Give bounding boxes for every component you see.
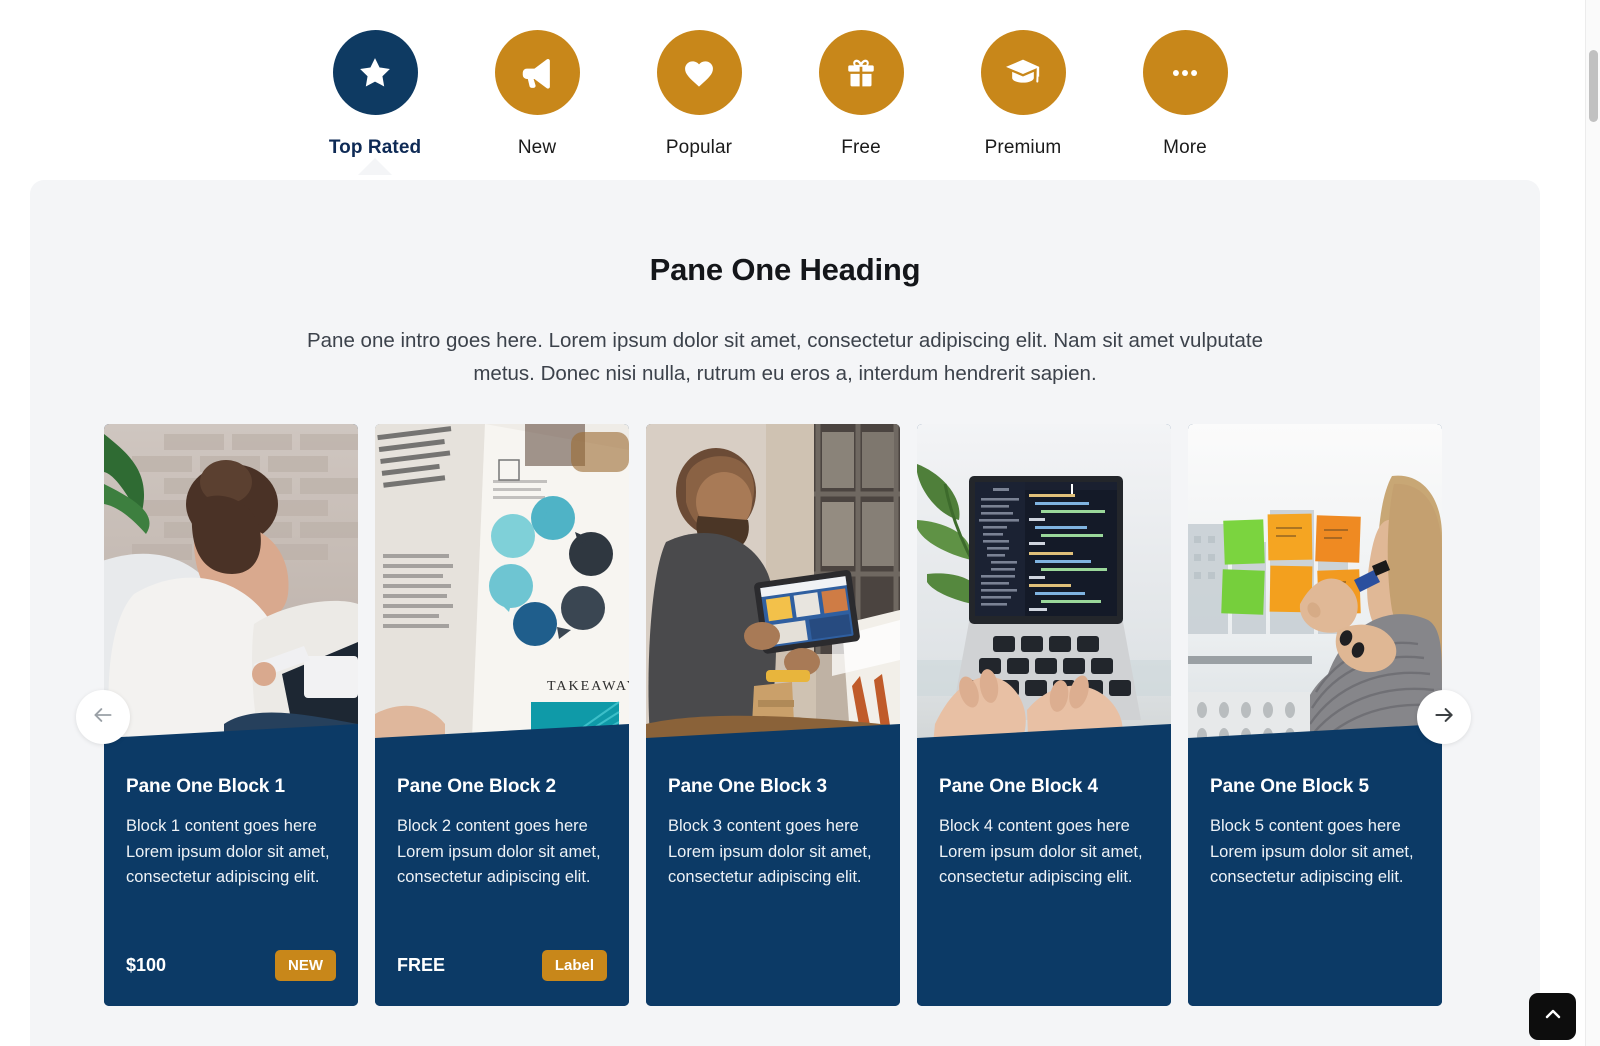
card-title: Pane One Block 1 (126, 776, 285, 797)
card-price: $100 (126, 954, 167, 975)
card-text: Block 3 content goes here Lorem ipsum do… (668, 817, 872, 886)
chevron-up-icon (1541, 1002, 1565, 1031)
card-image-open-book-diagram: TAKEAWAY (375, 424, 629, 764)
page-title: Pane One Heading (649, 252, 921, 287)
active-tab-pointer (358, 158, 392, 175)
arrow-left-icon (90, 702, 116, 733)
pane-one: Pane One Heading Pane one intro goes her… (30, 180, 1540, 1046)
tab-new[interactable]: New (456, 30, 618, 159)
back-to-top-button[interactable] (1529, 993, 1576, 1040)
card-image-woman-with-sticky-notes (1188, 424, 1442, 764)
tab-top-rated-label: Top Rated (328, 137, 422, 158)
page-root: Top Rated New Popular Free Premium More … (0, 0, 1600, 1046)
carousel-prev-button[interactable] (76, 690, 130, 744)
tab-popular-circle[interactable] (656, 30, 742, 115)
card-footer: FREE Label (397, 948, 607, 982)
heart-icon (680, 54, 718, 92)
card-footer: $100 NEW (126, 948, 336, 982)
tab-free-circle[interactable] (818, 30, 904, 115)
card-image-man-with-tablet-easel (646, 424, 900, 764)
tab-free-label: Free (841, 137, 881, 158)
card-item[interactable]: Pane One Block 3 Block 3 content goes he… (646, 424, 900, 1006)
card-item[interactable]: TAKEAWAY Pane One Block 2 Block 2 conten… (375, 424, 629, 1006)
tab-top-rated[interactable]: Top Rated (294, 30, 456, 175)
card-footer (1210, 948, 1420, 982)
graduation-cap-icon (1003, 53, 1043, 93)
ellipsis-icon (1168, 56, 1202, 90)
scrollbar-thumb[interactable] (1589, 50, 1598, 122)
page-scrollbar[interactable] (1585, 0, 1600, 1046)
tab-new-label: New (517, 137, 557, 158)
tab-premium-circle[interactable] (980, 30, 1066, 115)
tab-new-circle[interactable] (494, 30, 580, 115)
tab-more[interactable]: More (1104, 30, 1266, 159)
card-image-woman-with-tablet (104, 424, 358, 764)
star-icon (356, 54, 394, 92)
tab-popular[interactable]: Popular (618, 30, 780, 159)
card-text: Block 4 content goes here Lorem ipsum do… (939, 817, 1143, 886)
card-title: Pane One Block 3 (668, 776, 827, 797)
card-text: Block 5 content goes here Lorem ipsum do… (1210, 817, 1414, 886)
category-tab-strip: Top Rated New Popular Free Premium More (0, 0, 1560, 180)
card-title: Pane One Block 2 (397, 776, 556, 797)
card-item[interactable]: Pane One Block 5 Block 5 content goes he… (1188, 424, 1442, 1006)
tab-top-rated-circle[interactable] (332, 30, 418, 115)
carousel-next-button[interactable] (1417, 690, 1471, 744)
tab-more-label: More (1163, 137, 1207, 158)
card-title: Pane One Block 5 (1210, 776, 1369, 797)
card-badge[interactable]: NEW (275, 949, 336, 981)
tab-popular-label: Popular (665, 137, 733, 158)
card-item[interactable]: Pane One Block 4 Block 4 content goes he… (917, 424, 1171, 1006)
tab-more-circle[interactable] (1142, 30, 1228, 115)
gift-icon (843, 55, 879, 91)
card-carousel: Pane One Block 1 Block 1 content goes he… (104, 424, 1466, 1006)
card-footer (939, 948, 1149, 982)
tab-premium-label: Premium (984, 137, 1062, 158)
svg-text:TAKEAWAY: TAKEAWAY (547, 679, 629, 694)
card-badge[interactable]: Label (541, 949, 607, 981)
megaphone-icon (518, 54, 556, 92)
card-title: Pane One Block 4 (939, 776, 1098, 797)
tab-free[interactable]: Free (780, 30, 942, 159)
card-price: FREE (397, 954, 446, 975)
card-text: Block 2 content goes here Lorem ipsum do… (397, 817, 601, 886)
arrow-right-icon (1431, 702, 1457, 733)
card-text: Block 1 content goes here Lorem ipsum do… (126, 817, 330, 886)
card-footer (668, 948, 878, 982)
pane-intro-text: Pane one intro goes here. Lorem ipsum do… (306, 329, 1263, 385)
tab-premium[interactable]: Premium (942, 30, 1104, 159)
card-item[interactable]: Pane One Block 1 Block 1 content goes he… (104, 424, 358, 1006)
card-image-laptop-with-code (917, 424, 1171, 764)
